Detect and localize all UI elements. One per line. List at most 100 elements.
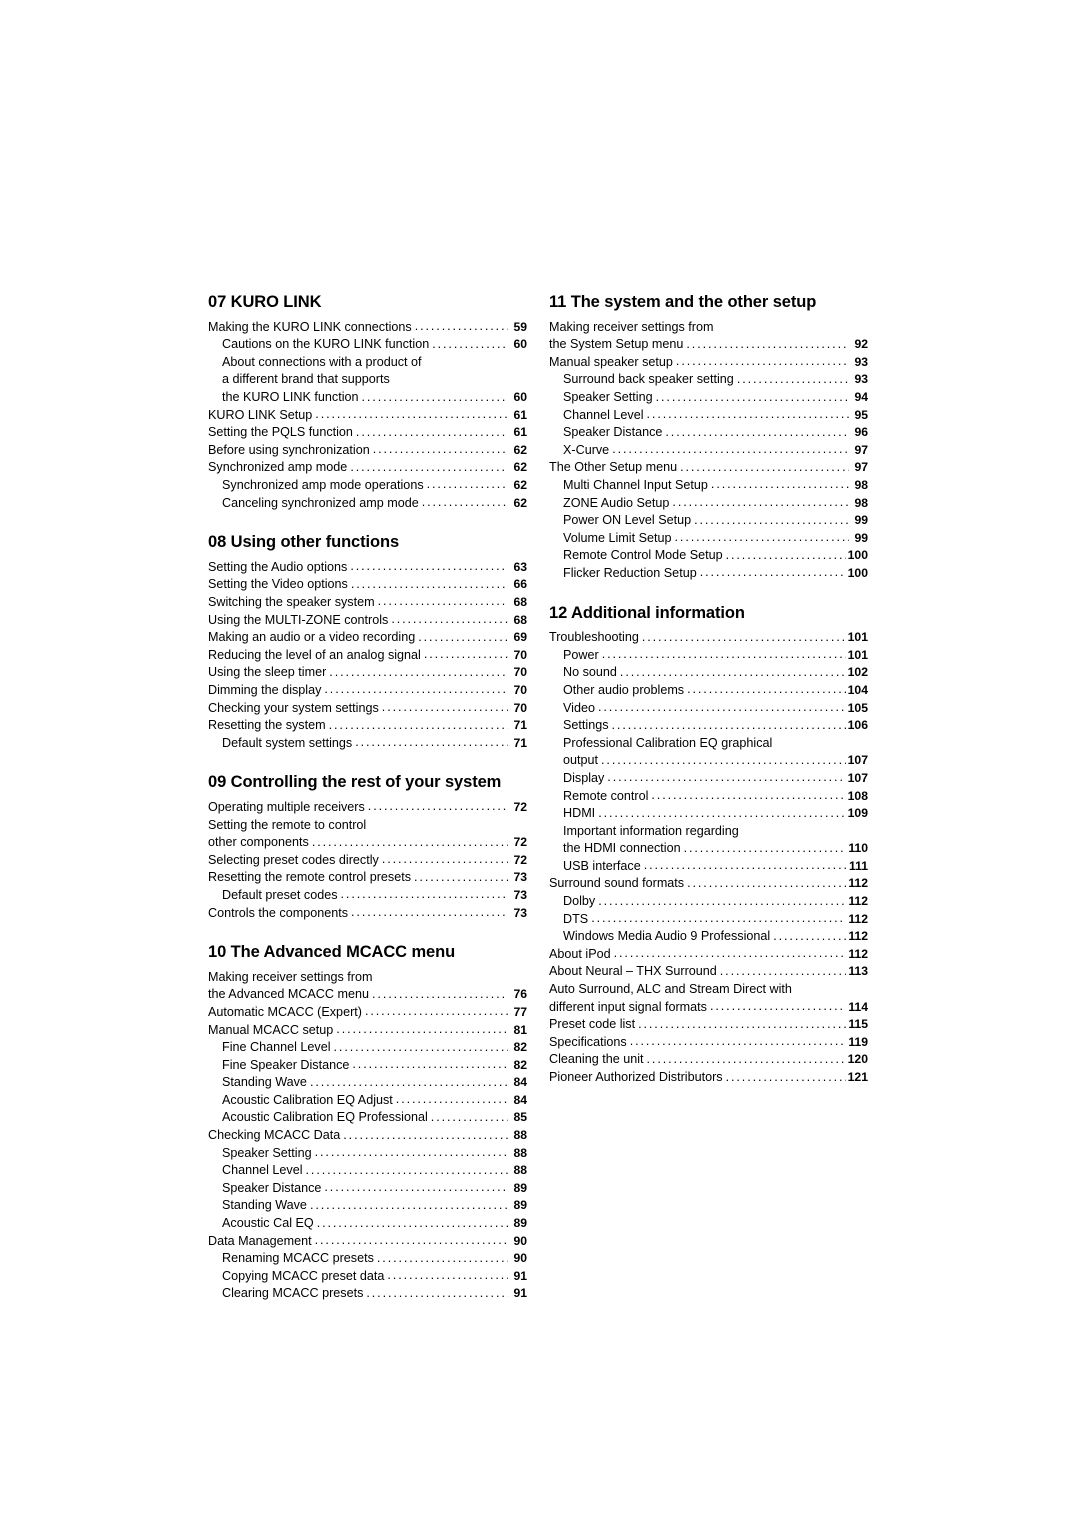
toc-entry[interactable]: Reducing the level of an analog signal..… — [208, 647, 527, 665]
toc-entry[interactable]: Before using synchronization............… — [208, 442, 527, 460]
toc-entry[interactable]: Multi Channel Input Setup...............… — [549, 477, 868, 495]
toc-entry[interactable]: Standing Wave...........................… — [208, 1197, 527, 1215]
toc-entry[interactable]: Fine Speaker Distance...................… — [208, 1057, 527, 1075]
toc-entry[interactable]: Resetting the remote control presets....… — [208, 869, 527, 887]
toc-entry[interactable]: ZONE Audio Setup........................… — [549, 495, 868, 513]
toc-entry[interactable]: Synchronized amp mode operations........… — [208, 477, 527, 495]
toc-entry[interactable]: Setting the Audio options...............… — [208, 559, 527, 577]
toc-entry-page-number: 71 — [513, 735, 527, 750]
toc-entry[interactable]: Speaker Setting.........................… — [549, 389, 868, 407]
toc-entry[interactable]: Other audio problems....................… — [549, 682, 868, 700]
toc-entry[interactable]: Renaming MCACC presets..................… — [208, 1250, 527, 1268]
toc-entry[interactable]: the Advanced MCACC menu.................… — [208, 986, 527, 1004]
toc-entry-page-number: 110 — [848, 841, 868, 856]
toc-entry[interactable]: Manual MCACC setup......................… — [208, 1022, 527, 1040]
toc-entry[interactable]: Display.................................… — [549, 770, 868, 788]
toc-entry-page-number: 88 — [513, 1163, 527, 1178]
toc-leader-dots: ........................................… — [694, 512, 849, 527]
toc-leader-dots: ........................................… — [361, 389, 509, 404]
toc-entry[interactable]: HDMI....................................… — [549, 805, 868, 823]
toc-entry[interactable]: Checking your system settings...........… — [208, 700, 527, 718]
toc-entry[interactable]: Power ON Level Setup....................… — [549, 512, 868, 530]
toc-entry[interactable]: Video...................................… — [549, 700, 868, 718]
toc-leader-dots: ........................................… — [355, 424, 508, 439]
toc-entry[interactable]: Clearing MCACC presets..................… — [208, 1285, 527, 1303]
toc-entry-page-number: 72 — [513, 835, 527, 850]
toc-entry[interactable]: Standing Wave...........................… — [208, 1074, 527, 1092]
toc-entry[interactable]: Speaker Distance........................… — [208, 1180, 527, 1198]
toc-entry[interactable]: Manual speaker setup....................… — [549, 354, 868, 372]
toc-entry[interactable]: Acoustic Calibration EQ Adjust..........… — [208, 1092, 527, 1110]
toc-entry[interactable]: Automatic MCACC (Expert)................… — [208, 1004, 527, 1022]
toc-entry[interactable]: Volume Limit Setup......................… — [549, 530, 868, 548]
toc-entry[interactable]: Using the sleep timer...................… — [208, 664, 527, 682]
toc-entry-page-number: 107 — [847, 753, 868, 768]
toc-entry[interactable]: Remote Control Mode Setup...............… — [549, 547, 868, 565]
toc-entry[interactable]: X-Curve.................................… — [549, 442, 868, 460]
toc-entry[interactable]: About iPod..............................… — [549, 946, 868, 964]
toc-leader-dots: ........................................… — [343, 1127, 508, 1142]
toc-entry[interactable]: Specifications..........................… — [549, 1034, 868, 1052]
toc-entry-label: Canceling synchronized amp mode — [222, 495, 419, 510]
toc-entry[interactable]: Data Management.........................… — [208, 1233, 527, 1251]
toc-entry[interactable]: Preset code list........................… — [549, 1016, 868, 1034]
toc-entry[interactable]: Cautions on the KURO LINK function......… — [208, 336, 527, 354]
toc-entry[interactable]: Selecting preset codes directly.........… — [208, 852, 527, 870]
toc-entry[interactable]: Making the KURO LINK connections........… — [208, 319, 527, 337]
toc-entry[interactable]: Remote control..........................… — [549, 788, 868, 806]
toc-entry-page-number: 68 — [513, 612, 527, 627]
toc-entry[interactable]: Pioneer Authorized Distributors.........… — [549, 1069, 868, 1087]
toc-leader-dots: ........................................… — [665, 424, 849, 439]
toc-entry[interactable]: Cleaning the unit.......................… — [549, 1051, 868, 1069]
toc-entry[interactable]: Speaker Distance........................… — [549, 424, 868, 442]
toc-entry-label: Acoustic Cal EQ — [222, 1216, 314, 1231]
toc-entry[interactable]: About Neural – THX Surround.............… — [549, 963, 868, 981]
toc-entry[interactable]: Synchronized amp mode...................… — [208, 459, 527, 477]
toc-entry[interactable]: No sound................................… — [549, 664, 868, 682]
toc-entry[interactable]: Using the MULTI-ZONE controls...........… — [208, 612, 527, 630]
toc-entry[interactable]: Operating multiple receivers............… — [208, 799, 527, 817]
toc-entry[interactable]: Speaker Setting.........................… — [208, 1145, 527, 1163]
toc-entry[interactable]: Fine Channel Level......................… — [208, 1039, 527, 1057]
toc-entry-label: Speaker Distance — [563, 425, 663, 440]
toc-entry[interactable]: Controls the components.................… — [208, 905, 527, 923]
toc-entry[interactable]: Setting the Video options...............… — [208, 576, 527, 594]
toc-entry[interactable]: Channel Level...........................… — [208, 1162, 527, 1180]
toc-entry[interactable]: KURO LINK Setup.........................… — [208, 407, 527, 425]
toc-entry[interactable]: Default system settings.................… — [208, 735, 527, 753]
toc-entry-label: other components — [208, 835, 309, 850]
toc-entry[interactable]: Resetting the system....................… — [208, 717, 527, 735]
toc-entry[interactable]: Canceling synchronized amp mode.........… — [208, 495, 527, 513]
toc-entry[interactable]: Settings................................… — [549, 717, 868, 735]
toc-entry[interactable]: Troubleshooting.........................… — [549, 629, 868, 647]
toc-entry[interactable]: Making an audio or a video recording....… — [208, 629, 527, 647]
toc-entry[interactable]: Dolby...................................… — [549, 893, 868, 911]
toc-entry[interactable]: Switching the speaker system............… — [208, 594, 527, 612]
toc-entry[interactable]: Acoustic Calibration EQ Professional....… — [208, 1109, 527, 1127]
toc-entry[interactable]: Checking MCACC Data.....................… — [208, 1127, 527, 1145]
toc-entry[interactable]: output..................................… — [549, 752, 868, 770]
toc-entry[interactable]: the System Setup menu...................… — [549, 336, 868, 354]
toc-entry[interactable]: Flicker Reduction Setup.................… — [549, 565, 868, 583]
toc-entry[interactable]: Acoustic Cal EQ.........................… — [208, 1215, 527, 1233]
toc-entry-page-number: 112 — [848, 894, 868, 909]
toc-entry[interactable]: Windows Media Audio 9 Professional......… — [549, 928, 868, 946]
toc-entry[interactable]: the KURO LINK function..................… — [208, 389, 527, 407]
toc-entry[interactable]: Copying MCACC preset data...............… — [208, 1268, 527, 1286]
toc-entry[interactable]: Setting the PQLS function...............… — [208, 424, 527, 442]
toc-entry[interactable]: Dimming the display.....................… — [208, 682, 527, 700]
toc-entry[interactable]: Channel Level...........................… — [549, 407, 868, 425]
toc-entry[interactable]: The Other Setup menu....................… — [549, 459, 868, 477]
toc-entry[interactable]: Surround sound formats..................… — [549, 875, 868, 893]
toc-entry[interactable]: different input signal formats..........… — [549, 999, 868, 1017]
toc-entry[interactable]: DTS.....................................… — [549, 911, 868, 929]
toc-leader-dots: ........................................… — [329, 664, 508, 679]
toc-entry-page-number: 62 — [513, 495, 527, 510]
toc-entry[interactable]: other components........................… — [208, 834, 527, 852]
toc-entry[interactable]: the HDMI connection.....................… — [549, 840, 868, 858]
toc-entry[interactable]: Power...................................… — [549, 647, 868, 665]
toc-entry[interactable]: Surround back speaker setting...........… — [549, 371, 868, 389]
toc-entry[interactable]: Default preset codes....................… — [208, 887, 527, 905]
toc-entry-label: Setting the PQLS function — [208, 425, 353, 440]
toc-entry[interactable]: USB interface...........................… — [549, 858, 868, 876]
